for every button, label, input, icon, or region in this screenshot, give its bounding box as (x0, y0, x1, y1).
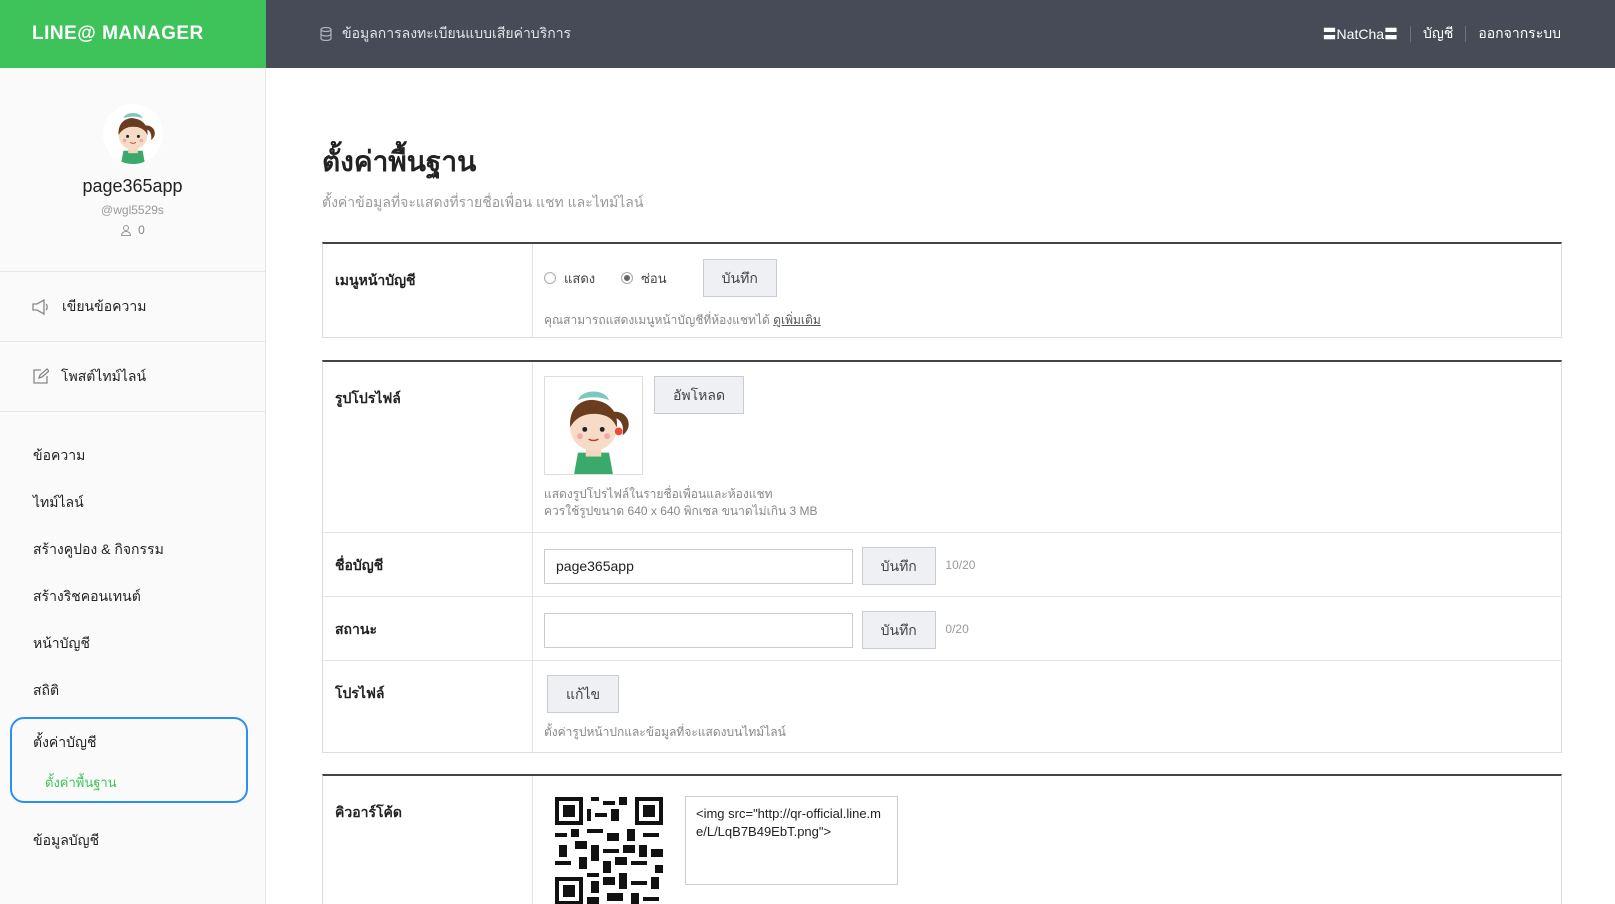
status-save-button[interactable]: บันทึก (861, 611, 936, 649)
menu-hide-label: ซ่อน (641, 270, 667, 286)
brand-logo[interactable]: LINE@ MANAGER (0, 0, 266, 68)
profile-label: โปรไฟล์ (323, 661, 533, 752)
user-name[interactable]: 〓NatCha〓 (1323, 24, 1398, 44)
sidebar-item-statistics[interactable]: สถิติ (0, 667, 265, 714)
edit-profile-button[interactable]: แก้ไข (547, 675, 620, 713)
sidebar-item-account-info[interactable]: ข้อมูลบัญชี (33, 830, 99, 852)
upload-button[interactable]: อัพโหลด (654, 376, 745, 414)
menu-value: แสดง ซ่อน บันทึก คุณสามารถแสดงเมนูหน้าบั… (533, 244, 1561, 337)
profile-hint: ตั้งค่ารูปหน้าปกและข้อมูลที่จะแสดงบนไทม์… (544, 725, 786, 739)
sidebar-item-messages[interactable]: ข้อความ (0, 432, 265, 479)
account-name-input[interactable]: page365app (544, 548, 853, 584)
qr-code-icon (555, 797, 663, 904)
sidebar-item-timeline[interactable]: ไทม์ไลน์ (0, 479, 265, 526)
avatar[interactable] (102, 104, 163, 164)
write-message-label: เขียนข้อความ (62, 297, 147, 314)
account-id: @wgl5529s (101, 203, 164, 217)
database-icon (320, 27, 332, 41)
status-row: สถานะ บันทึก 0/20 (323, 597, 1561, 661)
profile-section: รูปโปรไฟล์ อัพโหลด แสดงรูปโปรไฟล์ในรายชื… (322, 360, 1562, 753)
name-value: page365app บันทึก 10/20 (533, 533, 1561, 596)
name-save-button[interactable]: บันทึก (861, 547, 936, 585)
menu-hint-text: คุณสามารถแสดงเมนูหน้าบัญชีที่ห้องแชทได้ (544, 313, 770, 327)
menu-show-label: แสดง (564, 270, 596, 286)
registration-info-label: ข้อมูลการลงทะเบียนแบบเสียค่าบริการ (342, 25, 572, 41)
menu-show-radio[interactable]: แสดง (544, 268, 595, 289)
qr-label: คิวอาร์โค้ด (323, 776, 533, 904)
sidebar-nav: ข้อความ ไทม์ไลน์ สร้างคูปอง & กิจกรรม สร… (0, 412, 265, 714)
status-char-count: 0/20 (945, 622, 969, 637)
profile-photo (544, 376, 643, 475)
menu-row: เมนูหน้าบัญชี แสดง ซ่อน บันทึก คุณสามารถ… (323, 244, 1561, 337)
photo-hint-line2: ควรใช้รูปขนาด 640 x 640 พิกเซล ขนาดไม่เก… (544, 504, 818, 518)
registration-info[interactable]: ข้อมูลการลงทะเบียนแบบเสียค่าบริการ (320, 0, 571, 68)
character-avatar-icon (102, 104, 163, 164)
account-name: page365app (82, 176, 183, 196)
qr-row: คิวอาร์โค้ด <img src="http://qr-official… (323, 776, 1561, 904)
sidebar-item-account-page[interactable]: หน้าบัญชี (0, 620, 265, 667)
name-label: ชื่อบัญชี (323, 533, 533, 596)
photo-label: รูปโปรไฟล์ (323, 362, 533, 532)
menu-hint: คุณสามารถแสดงเมนูหน้าบัญชีที่ห้องแชทได้ … (544, 312, 1550, 329)
account-link[interactable]: บัญชี (1423, 23, 1453, 45)
character-avatar-icon (545, 377, 642, 474)
write-message-button[interactable]: เขียนข้อความ (0, 272, 265, 342)
status-value: บันทึก 0/20 (533, 597, 1561, 660)
page-subtitle: ตั้งค่าข้อมูลที่จะแสดงที่รายชื่อเพื่อน แ… (322, 194, 644, 210)
more-info-link[interactable]: ดูเพิ่มเติม (773, 313, 821, 327)
sidebar-item-settings[interactable]: ตั้งค่าบัญชี (33, 732, 96, 754)
divider (1465, 26, 1467, 42)
friend-count: 0 (0, 223, 265, 237)
status-label: สถานะ (323, 597, 533, 660)
profile-value: แก้ไข ตั้งค่ารูปหน้าปกและข้อมูลที่จะแสดง… (533, 661, 1561, 752)
post-timeline-button[interactable]: โพสต์ไทม์ไลน์ (0, 342, 265, 412)
status-input[interactable] (544, 612, 853, 648)
menu-hide-radio[interactable]: ซ่อน (621, 268, 667, 289)
person-icon (121, 225, 132, 236)
menu-label: เมนูหน้าบัญชี (323, 244, 533, 337)
edit-icon (33, 368, 49, 384)
top-bar: LINE@ MANAGER ข้อมูลการลงทะเบียนแบบเสียค… (0, 0, 1615, 68)
qr-value: <img src="http://qr-official.line.me/L/L… (533, 776, 1561, 904)
sidebar-item-coupons[interactable]: สร้างคูปอง & กิจกรรม (0, 526, 265, 573)
friend-count-value: 0 (138, 223, 145, 237)
menu-save-button[interactable]: บันทึก (702, 259, 777, 297)
name-row: ชื่อบัญชี page365app บันทึก 10/20 (323, 533, 1561, 597)
sidebar-item-rich-content[interactable]: สร้างริชคอนเทนต์ (0, 573, 265, 620)
page-title: ตั้งค่าพื้นฐาน (322, 146, 477, 177)
photo-row: รูปโปรไฟล์ อัพโหลด แสดงรูปโปรไฟล์ในรายชื… (323, 362, 1561, 533)
photo-hint: แสดงรูปโปรไฟล์ในรายชื่อเพื่อนและห้องแชท … (544, 486, 1550, 520)
qr-section: คิวอาร์โค้ด <img src="http://qr-official… (322, 774, 1562, 904)
sidebar-subitem-basic-settings[interactable]: ตั้งค่าพื้นฐาน (45, 772, 117, 793)
logout-link[interactable]: ออกจากระบบ (1478, 23, 1561, 45)
post-timeline-label: โพสต์ไทม์ไลน์ (61, 367, 147, 384)
radio-circle (621, 272, 634, 284)
top-right-menu: 〓NatCha〓 บัญชี ออกจากระบบ (1323, 0, 1561, 68)
profile-row: โปรไฟล์ แก้ไข ตั้งค่ารูปหน้าปกและข้อมูลท… (323, 661, 1561, 752)
name-char-count: 10/20 (945, 558, 976, 573)
photo-hint-line1: แสดงรูปโปรไฟล์ในรายชื่อเพื่อนและห้องแชท (544, 487, 773, 501)
sidebar-profile: page365app @wgl5529s 0 (0, 68, 265, 272)
megaphone-icon (32, 298, 48, 315)
divider (1410, 26, 1412, 42)
radio-circle (544, 272, 556, 284)
photo-value: อัพโหลด แสดงรูปโปรไฟล์ในรายชื่อเพื่อนและ… (533, 362, 1561, 532)
main-content: ตั้งค่าพื้นฐาน ตั้งค่าข้อมูลที่จะแสดงที่… (322, 68, 1562, 904)
qr-embed-code-textarea[interactable]: <img src="http://qr-official.line.me/L/L… (685, 796, 898, 885)
menu-section: เมนูหน้าบัญชี แสดง ซ่อน บันทึก คุณสามารถ… (322, 242, 1562, 338)
